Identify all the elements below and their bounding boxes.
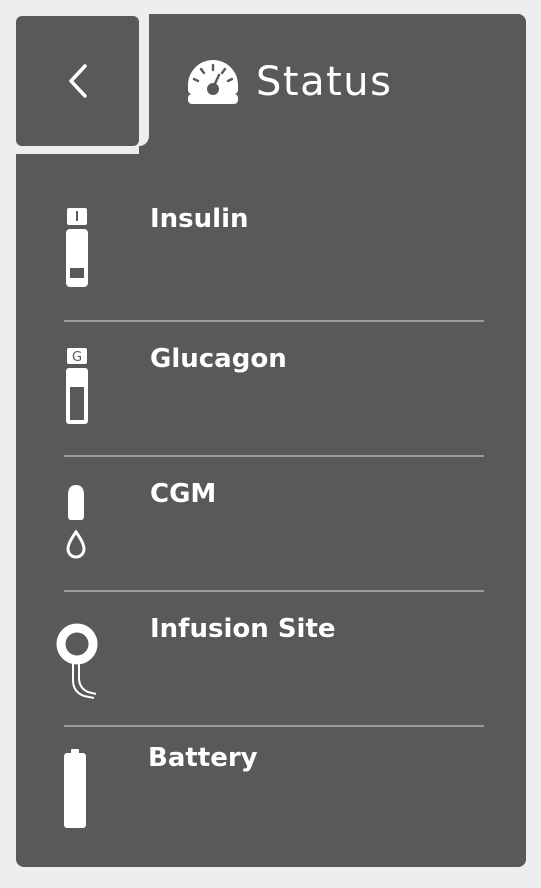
status-item-label: Glucagon — [150, 344, 287, 374]
status-item-cgm[interactable]: CGM — [16, 465, 526, 590]
battery-icon — [64, 749, 86, 828]
status-item-label: Insulin — [150, 204, 249, 234]
divider — [64, 725, 484, 727]
divider — [64, 590, 484, 592]
page-header: Status — [186, 56, 392, 108]
status-item-label: Infusion Site — [150, 614, 336, 644]
glucagon-cartridge-icon: G — [66, 348, 88, 424]
status-item-glucagon[interactable]: G Glucagon — [16, 330, 526, 455]
page-title: Status — [256, 59, 393, 105]
insulin-cartridge-icon — [66, 208, 88, 287]
status-item-label: Battery — [148, 743, 258, 773]
back-button[interactable] — [16, 16, 139, 146]
status-item-insulin[interactable]: Insulin — [16, 190, 526, 320]
svg-text:G: G — [72, 350, 82, 365]
cgm-sensor-icon — [66, 485, 86, 559]
status-item-label: CGM — [150, 479, 217, 509]
chevron-left-icon — [68, 64, 87, 98]
divider — [64, 320, 484, 322]
infusion-site-icon — [56, 623, 98, 699]
status-item-battery[interactable]: Battery — [16, 733, 526, 858]
gauge-icon — [188, 60, 238, 104]
divider — [64, 455, 484, 457]
status-item-infusion-site[interactable]: Infusion Site — [16, 600, 526, 725]
